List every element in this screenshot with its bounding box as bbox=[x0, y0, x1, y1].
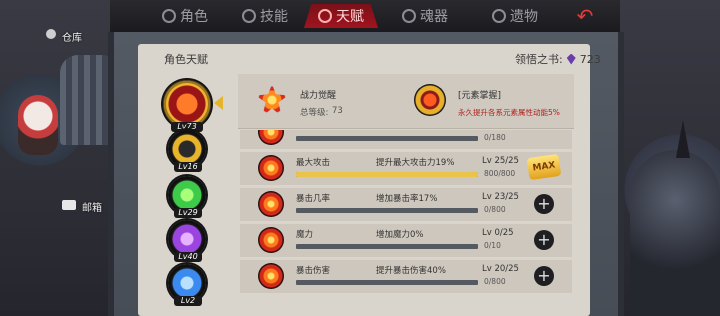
selected-arrow-icon bbox=[214, 96, 223, 110]
category-level: Lv29 bbox=[174, 208, 202, 218]
talent-desc: 增加魔力0% bbox=[376, 230, 424, 240]
character-sprite bbox=[18, 95, 58, 155]
talent-header-card: 战力觉醒 总等级: 73 [元素掌握] 永久提升各系元素属性动能5% bbox=[238, 74, 574, 129]
upgrade-plus-button[interactable]: + bbox=[534, 194, 554, 214]
book-gem-icon bbox=[566, 53, 576, 65]
talent-desc: 增加暴击率17% bbox=[376, 194, 438, 204]
category-level: Lv2 bbox=[174, 296, 202, 306]
progress-bar bbox=[296, 244, 478, 249]
tab-soul-artifact[interactable]: 魂器 bbox=[402, 4, 448, 28]
book-count: 723 bbox=[579, 52, 601, 66]
magic-power-icon bbox=[258, 227, 284, 253]
swirl-icon bbox=[242, 9, 256, 23]
tab-character[interactable]: 角色 bbox=[162, 4, 208, 28]
talent-name: 战力觉醒 bbox=[300, 91, 337, 101]
tab-label: 魂器 bbox=[420, 9, 448, 25]
talent-level: Lv 25/25 bbox=[482, 156, 519, 166]
panel-title: 角色天赋 bbox=[164, 53, 208, 66]
background-spire bbox=[676, 120, 690, 158]
book-label: 领悟之书: bbox=[515, 53, 563, 66]
ghost-icon bbox=[162, 9, 176, 23]
talent-desc: 提升最大攻击力19% bbox=[376, 158, 455, 168]
total-level-label: 总等级: bbox=[300, 108, 329, 118]
progress-bar bbox=[296, 208, 478, 213]
wings-icon bbox=[318, 9, 332, 23]
warehouse-icon[interactable] bbox=[46, 29, 56, 39]
category-green[interactable]: Lv29 bbox=[168, 176, 206, 218]
talent-row: 暴击几率 增加暴击率17% Lv 23/25 0/800 + bbox=[240, 188, 572, 221]
tab-label: 技能 bbox=[260, 9, 288, 25]
talent-name: 暴击伤害 bbox=[296, 266, 331, 276]
bonus-description: 永久提升各系元素属性动能5% bbox=[458, 108, 560, 117]
talent-icon bbox=[258, 130, 284, 145]
tab-label: 遗物 bbox=[510, 9, 538, 25]
talent-row: 魔力 增加魔力0% Lv 0/25 0/10 + bbox=[240, 224, 572, 257]
progress-bar bbox=[296, 172, 478, 177]
background-tower bbox=[630, 150, 720, 316]
warehouse-label[interactable]: 仓库 bbox=[62, 29, 82, 44]
total-level-value: 73 bbox=[332, 106, 343, 116]
crit-rate-icon bbox=[258, 191, 284, 217]
talent-name: 暴击几率 bbox=[296, 194, 331, 204]
element-mastery-icon[interactable] bbox=[414, 84, 446, 116]
talent-exp: 0/800 bbox=[484, 205, 506, 214]
talent-exp: 800/800 bbox=[484, 169, 516, 178]
talent-exp: 0/800 bbox=[484, 277, 506, 286]
talent-list[interactable]: 0/180 最大攻击 提升最大攻击力19% Lv 25/25 800/800 M… bbox=[240, 130, 572, 316]
category-combat-awakening[interactable]: Lv73 bbox=[163, 80, 211, 132]
category-level: Lv40 bbox=[174, 252, 202, 262]
category-yellow[interactable]: Lv16 bbox=[168, 130, 206, 172]
tab-talent[interactable]: 天赋 bbox=[304, 4, 378, 28]
talent-exp: 0/180 bbox=[484, 133, 506, 142]
skull-icon bbox=[492, 9, 506, 23]
upgrade-plus-button[interactable]: + bbox=[534, 230, 554, 250]
progress-bar bbox=[296, 280, 478, 285]
talent-level: Lv 0/25 bbox=[482, 228, 514, 238]
tab-relics[interactable]: 遗物 bbox=[492, 4, 538, 28]
insight-book-counter: 领悟之书: 723 bbox=[515, 51, 601, 67]
category-level: Lv16 bbox=[174, 162, 202, 172]
upgrade-plus-button[interactable]: + bbox=[534, 266, 554, 286]
talent-desc: 提升暴击伤害40% bbox=[376, 266, 446, 276]
back-arrow-icon[interactable]: ↶ bbox=[555, 3, 615, 29]
tab-label: 天赋 bbox=[336, 9, 364, 25]
talent-name: 魔力 bbox=[296, 230, 314, 240]
talent-level: Lv 23/25 bbox=[482, 192, 519, 202]
fire-spark-icon bbox=[256, 84, 288, 116]
mailbox-icon[interactable] bbox=[62, 200, 76, 210]
progress-bar bbox=[296, 136, 478, 141]
tab-label: 角色 bbox=[180, 9, 208, 25]
talent-row: 暴击伤害 提升暴击伤害40% Lv 20/25 0/800 + bbox=[240, 260, 572, 293]
category-purple[interactable]: Lv40 bbox=[168, 220, 206, 262]
tab-skills[interactable]: 技能 bbox=[242, 4, 288, 28]
tab-bar: 角色 技能 天赋 魂器 遗物 ↶ bbox=[110, 0, 620, 34]
max-attack-icon bbox=[258, 155, 284, 181]
max-badge: MAX bbox=[526, 153, 562, 181]
bonus-name: [元素掌握] bbox=[458, 91, 502, 101]
talent-exp: 0/10 bbox=[484, 241, 501, 250]
talent-row: 最大攻击 提升最大攻击力19% Lv 25/25 800/800 MAX bbox=[240, 152, 572, 185]
talent-row: 0/180 bbox=[240, 130, 572, 149]
crit-damage-icon bbox=[258, 263, 284, 289]
gem-icon bbox=[402, 9, 416, 23]
mailbox-label[interactable]: 邮箱 bbox=[82, 199, 102, 214]
talent-name: 最大攻击 bbox=[296, 158, 331, 168]
talent-level: Lv 20/25 bbox=[482, 264, 519, 274]
category-blue[interactable]: Lv2 bbox=[168, 264, 206, 306]
